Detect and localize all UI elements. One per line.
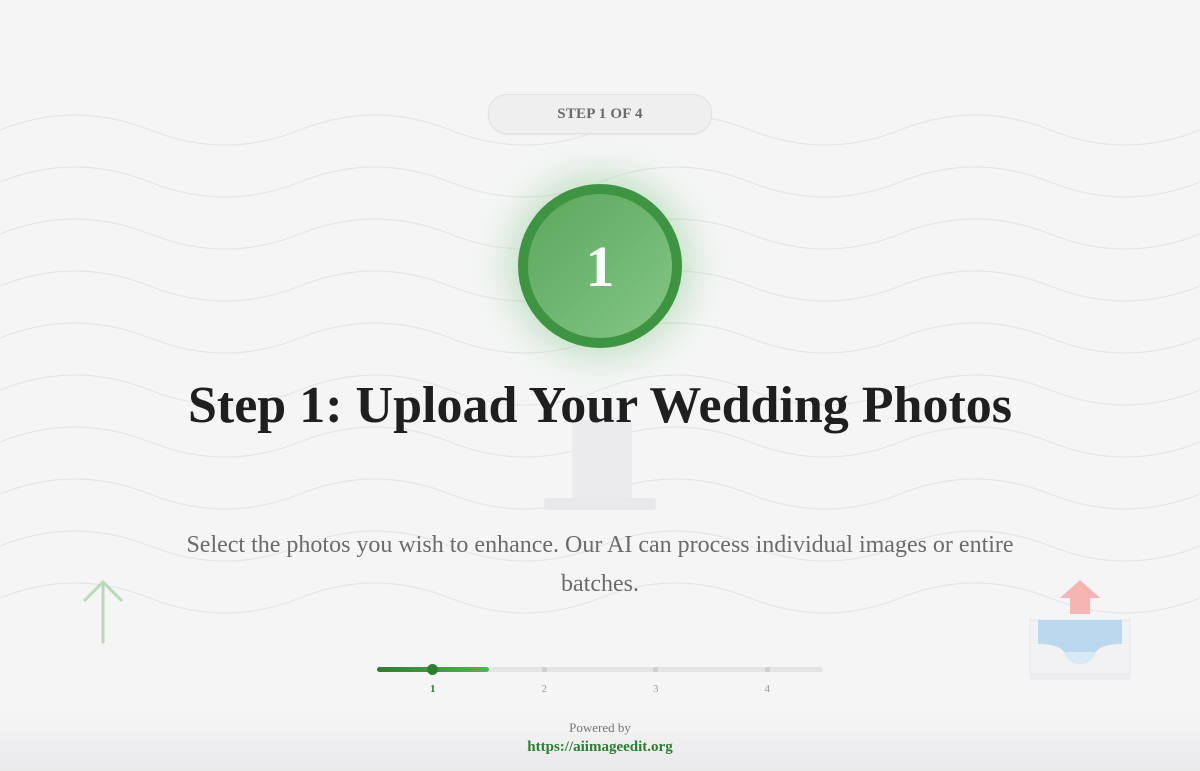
- powered-by-label: Powered by: [569, 720, 631, 735]
- progress-step-label-3: 3: [653, 683, 659, 695]
- step-number-inner: 1: [528, 194, 672, 338]
- step-indicator-label: STEP 1 OF 4: [557, 105, 643, 122]
- progress-tick-4: [764, 667, 770, 672]
- step-number: 1: [585, 233, 615, 299]
- progress-tick-2: [541, 667, 547, 672]
- step-number-badge: 1: [518, 184, 682, 348]
- progress-tick-3: [653, 667, 659, 672]
- progress-current-dot: [427, 664, 439, 675]
- progress-step-label-2: 2: [541, 683, 548, 695]
- powered-by-link[interactable]: https://aiimageedit.org: [0, 739, 1200, 756]
- page-title: Step 1: Upload Your Wedding Photos: [187, 377, 1013, 434]
- step-description: Select the photos you wish to enhance. O…: [186, 532, 1014, 597]
- upload-tray-icon: [1029, 580, 1131, 680]
- progress-step-label-1: 1: [430, 683, 436, 695]
- progress-track: [377, 664, 823, 675]
- arrow-up-icon: [83, 580, 123, 644]
- progress-step-label-4: 4: [764, 683, 771, 695]
- step-indicator-pill: STEP 1 OF 4: [488, 94, 712, 134]
